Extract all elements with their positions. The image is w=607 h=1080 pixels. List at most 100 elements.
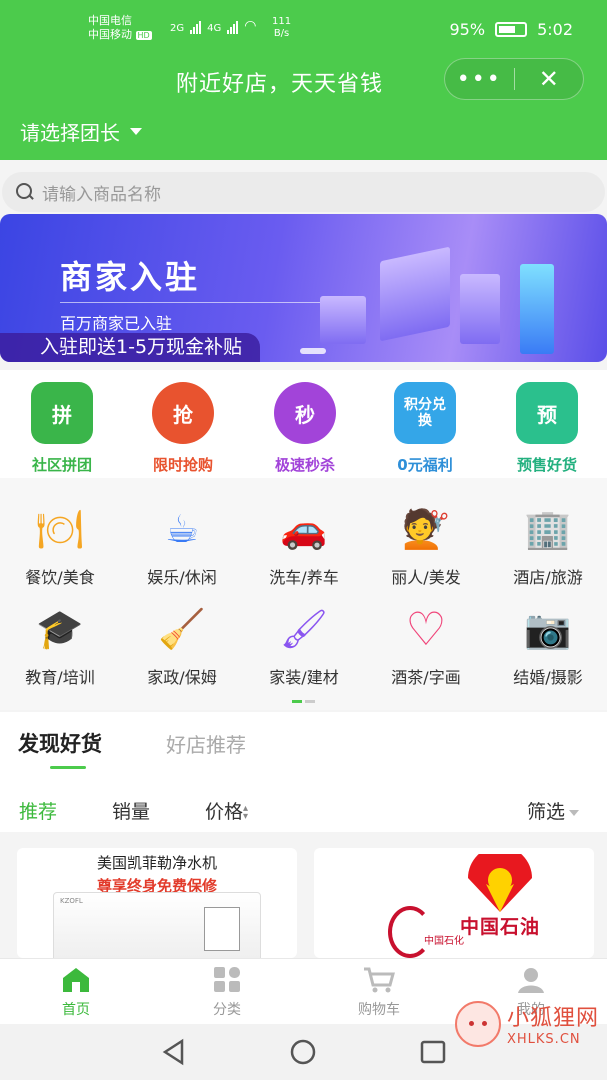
chevron-down-icon (569, 809, 580, 816)
category-wedding[interactable]: 📷 结婚/摄影 (493, 604, 603, 688)
quick-entry-label: 限时抢购 (152, 456, 213, 474)
app-header: 中国电信 中国移动 HD 2G 4G ◠ 111 B/s 95% 5:02 附近… (0, 0, 607, 160)
product-image: KZOFL (53, 892, 261, 958)
net-2g: 2G (170, 23, 185, 34)
product-list: 美国凯菲勒净水机 尊享终身免费保修 KZOFL 中国石油 中国石化 (0, 832, 607, 958)
coffee-cup-icon: ☕ (164, 507, 200, 551)
broom-icon: 🧹 (158, 606, 206, 651)
filter-label: 筛选 (527, 801, 566, 823)
battery-percent: 95% (449, 20, 486, 39)
quick-entry-presale[interactable]: 预 预售好货 (497, 382, 597, 475)
back-icon[interactable] (160, 1038, 188, 1066)
signal-indicators: 2G 4G ◠ (170, 18, 256, 34)
carrier-1: 中国电信 (88, 14, 132, 27)
tab-active-indicator (50, 766, 86, 769)
signal-icon (227, 21, 239, 34)
product-card[interactable]: 中国石油 中国石化 (314, 848, 594, 958)
sort-price[interactable]: 价格▴ ▾ (205, 797, 248, 824)
nav-label: 首页 (62, 1002, 90, 1018)
search-placeholder: 请输入商品名称 (42, 184, 161, 205)
quick-entry-seckill[interactable]: 秒 极速秒杀 (255, 382, 355, 475)
banner-title: 商家入驻 (60, 258, 201, 296)
category-grid-icon (210, 965, 244, 995)
car-icon: 🚗 (280, 506, 328, 551)
petrochina-logo-icon (468, 854, 532, 912)
watermark: 小狐狸网 XHLKS.CN (454, 1000, 599, 1047)
building-illustration (520, 264, 554, 354)
sort-recommend[interactable]: 推荐 (19, 797, 57, 824)
carrier-info: 中国电信 中国移动 HD (88, 14, 152, 43)
quick-entry-label: 0元福利 (397, 456, 453, 474)
nav-label: 购物车 (358, 1002, 400, 1018)
category-label: 丽人/美发 (391, 568, 461, 587)
hotel-building-icon: 🏢 (524, 506, 572, 551)
category-beauty[interactable]: 💇 丽人/美发 (371, 504, 481, 588)
status-bar: 中国电信 中国移动 HD 2G 4G ◠ 111 B/s 95% 5:02 (0, 14, 607, 46)
promo-banner[interactable]: 商家入驻 百万商家已入驻 入驻即送1-5万现金补贴 (0, 214, 607, 362)
quick-entry-label: 预售好货 (516, 456, 577, 474)
home-circle-icon[interactable] (289, 1038, 317, 1066)
nav-cart[interactable]: 购物车 (329, 965, 429, 1019)
quick-entry-flash-sale[interactable]: 抢 限时抢购 (133, 382, 233, 475)
category-label: 教育/培训 (25, 668, 95, 687)
wifi-icon: ◠ (244, 18, 257, 34)
close-icon[interactable]: ✕ (515, 65, 584, 93)
network-speed: 111 B/s (272, 16, 292, 39)
category-decoration[interactable]: 🖌 家装/建材 (249, 604, 359, 688)
category-education[interactable]: 🎓 教育/培训 (5, 604, 115, 688)
nav-home[interactable]: 首页 (26, 965, 126, 1019)
watermark-cn: 小狐狸网 (506, 1006, 599, 1031)
category-entertainment[interactable]: ☕ 娱乐/休闲 (127, 504, 237, 588)
filter-button[interactable]: 筛选 (527, 797, 580, 824)
category-label: 家装/建材 (269, 668, 339, 687)
category-car-wash[interactable]: 🚗 洗车/养车 (249, 504, 359, 588)
category-label: 酒茶/字画 (391, 668, 461, 687)
clock: 5:02 (537, 20, 573, 39)
tab-shops[interactable]: 好店推荐 (166, 729, 246, 758)
category-label: 餐饮/美食 (25, 568, 95, 587)
product-subtitle: 中国石化 (424, 936, 464, 947)
heart-icon: ♡ (405, 602, 447, 656)
flash-sale-icon: 抢 (152, 382, 214, 444)
signal-icon (190, 21, 202, 34)
page-title: 附近好店，天天省钱 (176, 72, 384, 97)
search-input[interactable]: 请输入商品名称 (2, 172, 605, 212)
cart-icon (362, 965, 396, 995)
recent-apps-icon[interactable] (419, 1038, 447, 1066)
paint-roller-icon: 🖌 (279, 606, 329, 651)
user-icon (514, 965, 548, 995)
category-label: 洗车/养车 (269, 568, 339, 587)
quick-entry-group-buy[interactable]: 拼 社区拼团 (12, 382, 112, 475)
home-icon (59, 965, 93, 995)
camera-icon: 📷 (524, 606, 572, 651)
product-card[interactable]: 美国凯菲勒净水机 尊享终身免费保修 KZOFL (17, 848, 297, 958)
points-exchange-icon: 积分兑换 (394, 382, 456, 444)
category-pager (292, 700, 315, 703)
carousel-indicator (300, 348, 326, 354)
category-food[interactable]: 🍽 餐饮/美食 (5, 504, 115, 588)
category-housekeeping[interactable]: 🧹 家政/保姆 (127, 604, 237, 688)
quick-entry-label: 极速秒杀 (274, 456, 335, 474)
tab-discover[interactable]: 发现好货 (18, 728, 102, 758)
quick-entries: 拼 社区拼团 抢 限时抢购 秒 极速秒杀 积分兑换 0元福利 预 预售好货 (0, 370, 607, 478)
nav-category[interactable]: 分类 (177, 965, 277, 1019)
category-tea-art[interactable]: ♡ 酒茶/字画 (371, 602, 481, 688)
net-4g: 4G (207, 23, 222, 34)
more-dots-icon[interactable]: ••• (445, 67, 514, 92)
sort-price-label: 价格 (205, 801, 244, 823)
graduation-cap-icon: 🎓 (36, 606, 84, 651)
food-cover-icon: 🍽 (35, 506, 85, 551)
category-hotel[interactable]: 🏢 酒店/旅游 (493, 504, 603, 588)
banner-promo: 入驻即送1-5万现金补贴 (0, 333, 261, 362)
leader-select[interactable]: 请选择团长 (20, 117, 142, 146)
product-brand: KZOFL (60, 897, 83, 905)
carrier-2: 中国移动 (88, 28, 132, 41)
battery-time: 95% 5:02 (450, 20, 574, 39)
quick-entry-free-welfare[interactable]: 积分兑换 0元福利 (375, 382, 475, 475)
sort-sales[interactable]: 销量 (112, 797, 150, 824)
product-title: 美国凯菲勒净水机 (96, 854, 217, 872)
category-label: 酒店/旅游 (513, 568, 583, 587)
presale-bag-icon: 预 (516, 382, 578, 444)
quick-entry-label: 社区拼团 (31, 456, 92, 474)
building-illustration (320, 296, 366, 344)
